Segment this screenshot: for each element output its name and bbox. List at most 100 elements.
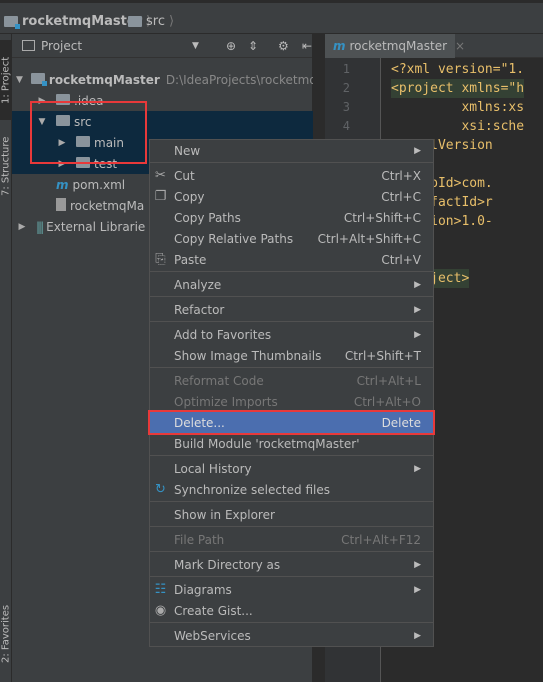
editor-tab-label: rocketmqMaster <box>349 39 448 53</box>
code-line: xmlns:xs <box>391 100 525 115</box>
paste-icon: ⎘ <box>155 252 166 267</box>
tab-project[interactable]: 1: Project <box>0 40 12 120</box>
menu-item-label: New <box>174 143 201 158</box>
menu-item-analyze[interactable]: Analyze ▶ <box>150 274 433 295</box>
module-folder-icon <box>30 72 47 87</box>
github-icon: ◉ <box>154 603 167 618</box>
menu-item-diagrams[interactable]: ☷ Diagrams ▶ <box>150 579 433 600</box>
menu-item-copy[interactable]: ❐ Copy Ctrl+C <box>150 186 433 207</box>
line-number: 4 <box>342 119 350 133</box>
menu-item-paste[interactable]: ⎘ Paste Ctrl+V <box>150 249 433 270</box>
maven-icon: m <box>56 177 69 192</box>
project-view-selector[interactable]: Project <box>41 39 82 53</box>
submenu-arrow-icon: ▶ <box>414 630 421 641</box>
sync-icon: ↻ <box>155 482 166 497</box>
menu-item-local-history[interactable]: Local History ▶ <box>150 458 433 479</box>
editor-tab[interactable]: m rocketmqMaster × <box>325 34 465 58</box>
menu-item-shortcut: Ctrl+V <box>381 252 421 267</box>
locate-icon[interactable]: ⊕ <box>226 39 236 53</box>
menu-item-shortcut: Ctrl+X <box>381 168 421 183</box>
gear-icon[interactable]: ⚙ <box>278 39 289 53</box>
menu-item-label: Paste <box>174 252 207 267</box>
menu-item-file-path[interactable]: File Path Ctrl+Alt+F12 <box>150 529 433 550</box>
breadcrumb-folder[interactable]: src ⟩ <box>128 13 174 29</box>
copy-icon: ❐ <box>154 189 167 204</box>
project-panel-header: Project ▼ ⊕ ⇕ ⚙ ⇤ <box>12 34 312 58</box>
menu-item-label: WebServices <box>174 628 251 643</box>
menu-item-add-to-favorites[interactable]: Add to Favorites ▶ <box>150 324 433 345</box>
collapse-all-icon[interactable]: ⇕ <box>248 39 258 53</box>
menu-item-synchronize-selected-files[interactable]: ↻ Synchronize selected files <box>150 479 433 500</box>
diagram-icon: ☷ <box>154 582 167 597</box>
close-icon[interactable]: × <box>455 39 465 53</box>
dropdown-arrow-icon[interactable]: ▼ <box>192 41 199 51</box>
menu-item-shortcut: Ctrl+Shift+C <box>343 210 421 225</box>
breadcrumb-project-label: rocketmqMaster <box>22 13 143 29</box>
annotation-box <box>30 101 147 164</box>
menu-item-shortcut: Ctrl+C <box>381 189 421 204</box>
collapsed-arrow-icon[interactable]: ▶ <box>16 222 28 232</box>
menu-item-label: Create Gist... <box>174 603 253 618</box>
line-number: 1 <box>342 62 350 76</box>
menu-item-label: Copy Relative Paths <box>174 231 294 246</box>
menu-item-shortcut: Delete <box>381 415 421 430</box>
menu-item-label: Delete... <box>174 415 225 430</box>
menu-item-webservices[interactable]: WebServices ▶ <box>150 625 433 646</box>
menu-item-create-gist[interactable]: ◉ Create Gist... <box>150 600 433 621</box>
submenu-arrow-icon: ▶ <box>414 559 421 570</box>
submenu-arrow-icon: ▶ <box>414 279 421 290</box>
menu-item-shortcut: Ctrl+Shift+T <box>344 348 421 363</box>
menu-item-label: Copy Paths <box>174 210 241 225</box>
hide-panel-icon[interactable]: ⇤ <box>302 39 312 53</box>
menu-item-delete[interactable]: Delete... Delete <box>148 410 435 435</box>
submenu-arrow-icon: ▶ <box>414 145 421 156</box>
submenu-arrow-icon: ▶ <box>414 584 421 595</box>
tree-item[interactable]: ▼ rocketmqMaster D:\IdeaProjects\rocketmqM <box>12 69 313 90</box>
menu-item-optimize-imports[interactable]: Optimize Imports Ctrl+Alt+O <box>150 391 433 412</box>
libraries-icon: ||| <box>36 219 44 234</box>
menu-item-shortcut: Ctrl+Alt+O <box>353 394 421 409</box>
code-line: xsi:sche <box>391 119 525 134</box>
menu-item-label: Add to Favorites <box>174 327 272 342</box>
code-line: <?xml version="1. <box>391 62 525 77</box>
menu-item-cut[interactable]: ✂ Cut Ctrl+X <box>150 165 433 186</box>
tab-favorites[interactable]: 2: Favorites <box>0 594 12 674</box>
menu-item-label: Analyze <box>174 277 222 292</box>
menu-item-label: Cut <box>174 168 195 183</box>
menu-item-mark-directory-as[interactable]: Mark Directory as ▶ <box>150 554 433 575</box>
breadcrumb-folder-label: src <box>146 13 165 29</box>
menu-item-copy-paths[interactable]: Copy Paths Ctrl+Shift+C <box>150 207 433 228</box>
tree-item-label: External Librarie <box>46 219 146 234</box>
menu-item-label: Copy <box>174 189 205 204</box>
menu-item-label: Local History <box>174 461 252 476</box>
scissors-icon: ✂ <box>155 168 166 183</box>
menu-item-label: Build Module 'rocketmqMaster' <box>174 436 360 451</box>
context-menu: New ▶ ✂ Cut Ctrl+X ❐ Copy Ctrl+C Copy Paths Ctrl+… <box>148 139 435 647</box>
tab-structure[interactable]: 7: Structure <box>0 126 12 206</box>
submenu-arrow-icon: ▶ <box>414 463 421 474</box>
menu-item-build-module-rocketmqmaster[interactable]: Build Module 'rocketmqMaster' <box>150 433 433 454</box>
tree-item-label: pom.xml <box>72 177 126 192</box>
submenu-arrow-icon: ▶ <box>414 329 421 340</box>
menu-item-label: Diagrams <box>174 582 232 597</box>
menu-item-label: Show in Explorer <box>174 507 275 522</box>
maven-icon: m <box>333 39 346 53</box>
menu-item-label: Refactor <box>174 302 225 317</box>
menu-item-label: Reformat Code <box>174 373 264 388</box>
menu-item-refactor[interactable]: Refactor ▶ <box>150 299 433 320</box>
tool-window-strip: 1: Project 7: Structure 2: Favorites <box>0 34 12 682</box>
menu-item-label: Show Image Thumbnails <box>174 348 322 363</box>
expanded-arrow-icon[interactable]: ▼ <box>16 75 23 85</box>
line-number: 2 <box>342 81 350 95</box>
menu-item-label: Optimize Imports <box>174 394 278 409</box>
menu-item-show-in-explorer[interactable]: Show in Explorer <box>150 504 433 525</box>
submenu-arrow-icon: ▶ <box>414 304 421 315</box>
tree-item-label: rocketmqMa <box>70 198 145 213</box>
menu-item-label: File Path <box>174 532 225 547</box>
menu-item-copy-relative-paths[interactable]: Copy Relative Paths Ctrl+Alt+Shift+C <box>150 228 433 249</box>
menu-item-reformat-code[interactable]: Reformat Code Ctrl+Alt+L <box>150 370 433 391</box>
module-folder-icon <box>4 15 20 29</box>
menu-item-new[interactable]: New ▶ <box>150 140 433 161</box>
code-line: <project xmlns="h <box>391 79 525 98</box>
menu-item-show-image-thumbnails[interactable]: Show Image Thumbnails Ctrl+Shift+T <box>150 345 433 366</box>
